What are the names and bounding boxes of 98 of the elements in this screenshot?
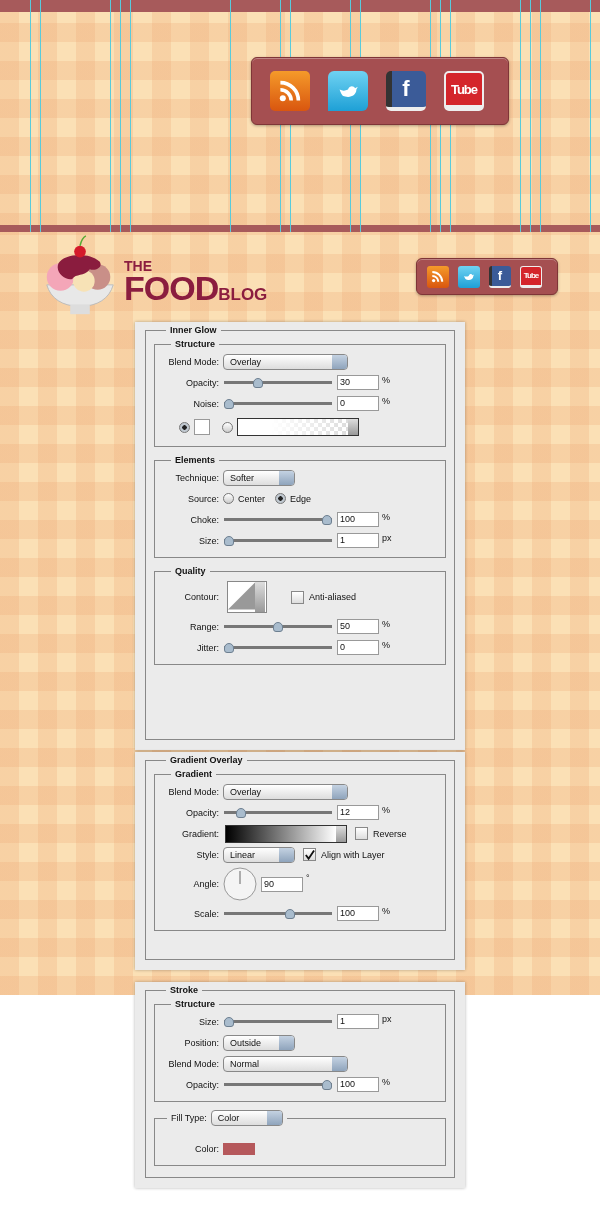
slider-thumb[interactable] <box>284 908 295 919</box>
number-field[interactable]: 12 <box>337 805 379 820</box>
gradient-picker[interactable] <box>237 418 359 436</box>
dropdown[interactable]: Linear <box>223 846 295 863</box>
color-swatch[interactable] <box>223 1142 255 1155</box>
slider-thumb[interactable] <box>322 1079 332 1090</box>
dropdown[interactable]: Color <box>210 1110 283 1126</box>
slider-thumb[interactable] <box>273 621 283 632</box>
slider-thumb[interactable] <box>224 642 234 653</box>
number-field[interactable]: 50 <box>337 619 379 634</box>
group-title: Structure <box>174 999 216 1009</box>
unit-label: px <box>382 533 392 543</box>
logo-text: FOOD <box>124 273 219 303</box>
unit-label: px <box>382 1014 392 1024</box>
number-field[interactable]: 100 <box>337 512 379 527</box>
field-label: Opacity: <box>185 377 220 388</box>
unit-label: % <box>382 640 390 650</box>
group-title: Quality <box>174 566 207 576</box>
field-label: Style: <box>195 849 220 860</box>
unit-label: ° <box>306 873 310 883</box>
checkbox-label: Align with Layer <box>321 849 385 860</box>
group-title: Structure <box>174 339 216 349</box>
slider-thumb[interactable] <box>224 535 234 546</box>
number-field[interactable]: 100 <box>337 906 379 921</box>
field-label: Opacity: <box>185 1079 220 1090</box>
field-label: Scale: <box>193 908 220 919</box>
field-label: Choke: <box>189 514 220 525</box>
field-label: Jitter: <box>196 642 220 653</box>
slider-thumb[interactable] <box>224 1016 234 1027</box>
radio-button[interactable] <box>179 421 190 433</box>
dropdown[interactable]: Softer <box>223 469 295 486</box>
unit-label: % <box>382 619 390 629</box>
field-label: Blend Mode: <box>167 786 220 797</box>
bird-bubble-icon[interactable] <box>458 265 480 288</box>
logo-text: THE <box>124 259 153 273</box>
number-field[interactable]: 1 <box>337 533 379 548</box>
field-label: Gradient: <box>180 828 220 839</box>
rss-icon[interactable] <box>427 265 449 288</box>
color-swatch[interactable] <box>194 419 210 435</box>
checkbox-label: Anti-aliased <box>309 592 357 602</box>
rss-icon[interactable] <box>270 71 310 111</box>
field-label: Position: <box>183 1037 220 1048</box>
dropdown[interactable]: Outside <box>223 1034 295 1051</box>
slider-thumb[interactable] <box>224 398 234 409</box>
field-label: Source: <box>186 493 220 504</box>
panel-title: Inner Glow <box>169 325 218 335</box>
book-icon[interactable]: f <box>489 265 511 288</box>
group-title: Gradient <box>174 769 213 779</box>
checkbox-label: Reverse <box>373 828 407 839</box>
gradient-picker[interactable] <box>225 824 347 843</box>
radio-label: Center <box>238 493 265 504</box>
slider-thumb[interactable] <box>253 377 264 388</box>
unit-label: % <box>382 512 390 522</box>
book-icon[interactable]: f <box>386 71 426 111</box>
checkbox[interactable] <box>355 827 368 840</box>
radio-label: Edge <box>290 493 312 504</box>
field-label: Size: <box>198 535 220 546</box>
number-field[interactable]: 0 <box>337 396 379 411</box>
number-field[interactable]: 90 <box>261 876 303 892</box>
unit-label: % <box>382 1077 390 1087</box>
field-label: Noise: <box>192 398 220 409</box>
radio-button[interactable] <box>223 493 234 504</box>
field-label: Size: <box>198 1016 220 1027</box>
field-label: Blend Mode: <box>167 356 220 367</box>
field-label: Contour: <box>183 592 220 602</box>
panel-title: Gradient Overlay <box>169 755 244 765</box>
logo-text: BLOG <box>218 285 268 305</box>
field-label: Blend Mode: <box>167 1058 220 1069</box>
number-field[interactable]: 1 <box>337 1014 379 1029</box>
unit-label: % <box>382 805 390 815</box>
field-label: Range: <box>188 621 220 632</box>
slider-thumb[interactable] <box>322 514 332 525</box>
slider-thumb[interactable] <box>235 807 246 818</box>
dropdown[interactable]: Overlay <box>223 783 348 800</box>
number-field[interactable]: 100 <box>337 1077 379 1092</box>
checkbox[interactable] <box>303 848 316 861</box>
unit-label: % <box>382 906 390 916</box>
dropdown[interactable]: Overlay <box>223 353 348 370</box>
field-label: Angle: <box>192 879 220 889</box>
bird-bubble-icon[interactable] <box>328 71 368 111</box>
number-field[interactable]: 0 <box>337 640 379 655</box>
tv-icon[interactable]: Tube <box>444 71 484 111</box>
unit-label: % <box>382 375 390 385</box>
radio-button[interactable] <box>222 421 233 433</box>
group-title: Elements <box>174 455 217 465</box>
unit-label: % <box>382 396 390 406</box>
dropdown[interactable]: Normal <box>223 1055 348 1072</box>
field-label: Technique: <box>174 472 220 483</box>
angle-dial[interactable] <box>223 867 257 901</box>
contour-picker[interactable] <box>227 581 267 613</box>
field-label: Fill Type: <box>171 1113 207 1123</box>
checkbox[interactable] <box>291 590 304 604</box>
panel-title: Stroke <box>169 985 199 995</box>
number-field[interactable]: 30 <box>337 375 379 390</box>
tv-icon[interactable]: Tube <box>520 265 542 288</box>
field-label: Color: <box>194 1143 220 1154</box>
radio-button[interactable] <box>275 493 286 504</box>
field-label: Opacity: <box>185 807 220 818</box>
